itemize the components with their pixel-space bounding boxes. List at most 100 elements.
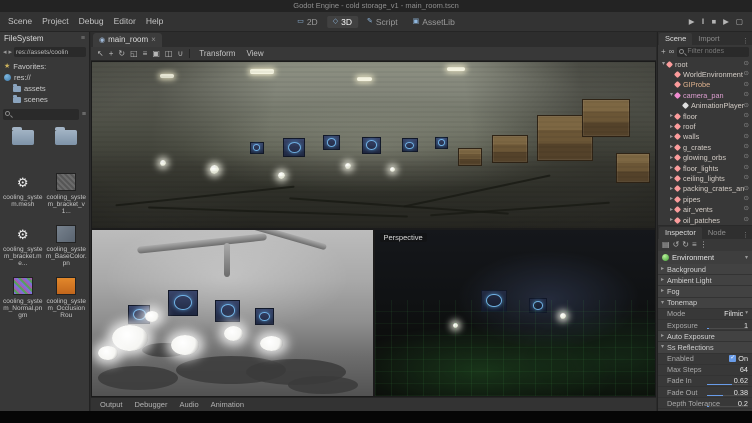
- bottom-tab-animation[interactable]: Animation: [206, 400, 249, 409]
- visibility-eye-icon[interactable]: ⊙: [744, 113, 752, 120]
- dock-tab-node[interactable]: Node: [702, 227, 732, 239]
- pause-button[interactable]: ‖: [701, 18, 704, 26]
- breadcrumb[interactable]: res://assets/coolin: [14, 47, 86, 57]
- stop-button[interactable]: ■: [712, 18, 717, 26]
- workspace-script[interactable]: ✎Script: [361, 16, 404, 28]
- visibility-eye-icon[interactable]: ⊙: [744, 92, 752, 99]
- dock-tab-scene[interactable]: Scene: [659, 33, 692, 45]
- visibility-eye-icon[interactable]: ⊙: [744, 103, 752, 110]
- scene-node-roof[interactable]: ▸roof⊙: [658, 121, 752, 131]
- scene-node-worldenvironment[interactable]: WorldEnvironment⊙: [658, 69, 752, 79]
- inspector-section-tonemap[interactable]: ▾Tonemap: [658, 298, 752, 309]
- menu-editor[interactable]: Editor: [109, 12, 141, 31]
- group-icon[interactable]: ◫: [165, 50, 173, 58]
- property-value[interactable]: Filmic▾: [724, 309, 752, 318]
- filesystem-search-input[interactable]: [14, 111, 79, 118]
- chevron-down-icon[interactable]: ▾: [745, 254, 748, 261]
- scene-node-root[interactable]: ▾root⊙: [658, 59, 752, 69]
- inspector-section-ss-reflections[interactable]: ▾Ss Reflections: [658, 342, 752, 353]
- dock-tab-inspector[interactable]: Inspector: [659, 227, 702, 239]
- fs-tree-item-favorites[interactable]: ★Favorites:: [0, 61, 89, 72]
- scene-node-animationplayer[interactable]: AnimationPlayer⊙: [658, 101, 752, 111]
- bottom-tab-output[interactable]: Output: [95, 400, 128, 409]
- fs-tree-item-res[interactable]: res://: [0, 72, 89, 83]
- scene-node-giprobe[interactable]: GIProbe⊙: [658, 80, 752, 90]
- file-list-mode-icon[interactable]: ≡: [82, 111, 86, 118]
- perspective-label[interactable]: Perspective: [380, 233, 427, 242]
- rotate-tool-icon[interactable]: ↻: [118, 50, 125, 58]
- scene-node-air-vents[interactable]: ▸air_vents⊙: [658, 204, 752, 214]
- inspector-section-background[interactable]: ▸Background: [658, 264, 752, 275]
- inspector-section-auto-exposure[interactable]: ▸Auto Exposure: [658, 331, 752, 342]
- dock-options-icon[interactable]: ⋮: [739, 37, 752, 45]
- visibility-eye-icon[interactable]: ⊙: [744, 175, 752, 182]
- dock-tab-import[interactable]: Import: [692, 33, 725, 45]
- environment-resource[interactable]: Environment ▾: [658, 251, 752, 264]
- move-tool-icon[interactable]: +: [109, 50, 114, 58]
- visibility-eye-icon[interactable]: ⊙: [744, 71, 752, 78]
- instance-scene-icon[interactable]: ∞: [669, 48, 675, 56]
- file-item-cooling-syste-m-mesh[interactable]: ⚙cooling_syste m.mesh: [2, 171, 44, 215]
- visibility-eye-icon[interactable]: ⊙: [744, 186, 752, 193]
- visibility-eye-icon[interactable]: ⊙: [744, 206, 752, 213]
- file-item[interactable]: [2, 126, 44, 163]
- viewport-top-view[interactable]: [92, 62, 655, 228]
- menu-project[interactable]: Project: [37, 12, 73, 31]
- fs-tree-item-scenes[interactable]: scenes: [0, 94, 89, 105]
- lock-icon[interactable]: ▣: [152, 50, 160, 58]
- select-tool-icon[interactable]: ↖: [97, 50, 104, 58]
- visibility-eye-icon[interactable]: ⊙: [744, 144, 752, 151]
- close-icon[interactable]: ×: [151, 36, 156, 44]
- viewport-menu-view[interactable]: View: [243, 49, 266, 58]
- scene-node-pipes[interactable]: ▸pipes⊙: [658, 194, 752, 204]
- fs-tree-item-assets[interactable]: assets: [0, 83, 89, 94]
- viewport-bottomleft-view[interactable]: [92, 230, 373, 396]
- add-node-icon[interactable]: +: [661, 48, 666, 56]
- visibility-eye-icon[interactable]: ⊙: [744, 123, 752, 130]
- scene-node-oil-patches[interactable]: ▸oil_patches⊙: [658, 215, 752, 225]
- visibility-eye-icon[interactable]: ⊙: [744, 61, 752, 68]
- history-forward-icon[interactable]: ↻: [682, 241, 689, 249]
- workspace-2d[interactable]: ▭2D: [291, 16, 324, 28]
- menu-help[interactable]: Help: [141, 12, 168, 31]
- scene-node-packing-crates-and[interactable]: ▸packing_crates_and...⊙: [658, 184, 752, 194]
- workspace-3d[interactable]: ◇3D: [327, 16, 358, 28]
- scale-tool-icon[interactable]: ◱: [130, 50, 138, 58]
- workspace-assetlib[interactable]: ▣AssetLib: [407, 16, 461, 28]
- scene-node-floor[interactable]: ▸floor⊙: [658, 111, 752, 121]
- file-item-cooling-syste-m-normal-pngm[interactable]: cooling_syste m_Normal.pngm: [2, 275, 44, 319]
- menu-scene[interactable]: Scene: [3, 12, 37, 31]
- play-button[interactable]: ▶: [689, 18, 695, 26]
- object-menu-icon[interactable]: ≡: [692, 241, 697, 249]
- visibility-eye-icon[interactable]: ⊙: [744, 165, 752, 172]
- scene-node-camera-pan[interactable]: ▾camera_pan⊙: [658, 90, 752, 100]
- checkbox-checked-icon[interactable]: ✓: [729, 355, 736, 362]
- property-value[interactable]: ✓On: [729, 354, 752, 363]
- scene-tab-main-room[interactable]: ◉ main_room ×: [93, 33, 162, 47]
- filter-nodes-input[interactable]: [687, 48, 749, 55]
- scene-node-walls[interactable]: ▸walls⊙: [658, 132, 752, 142]
- visibility-eye-icon[interactable]: ⊙: [744, 154, 752, 161]
- history-back-icon[interactable]: ↺: [673, 241, 680, 249]
- dock-options-icon[interactable]: ≡: [81, 35, 85, 42]
- play-custom-scene-button[interactable]: ▢: [736, 18, 743, 26]
- file-item-cooling-syste-m-occlusionrou[interactable]: cooling_syste m_OcclusionRou: [46, 275, 88, 319]
- inspector-section-fog[interactable]: ▸Fog: [658, 286, 752, 297]
- scene-node-floor-lights[interactable]: ▸floor_lights⊙: [658, 163, 752, 173]
- file-item-cooling-syste-m-bracket-v1[interactable]: cooling_syste m_bracket_v1...: [46, 171, 88, 215]
- scene-node-glowing-orbs[interactable]: ▸glowing_orbs⊙: [658, 153, 752, 163]
- file-item[interactable]: [46, 126, 88, 163]
- file-item-cooling-syste-m-bracket-me[interactable]: ⚙cooling_syste m_bracket.me...: [2, 223, 44, 267]
- snap-icon[interactable]: ∪: [177, 50, 183, 58]
- scene-node-ceiling-lights[interactable]: ▸ceiling_lights⊙: [658, 173, 752, 183]
- viewport-bottomright-view[interactable]: Perspective: [375, 230, 656, 396]
- visibility-eye-icon[interactable]: ⊙: [744, 82, 752, 89]
- inspector-section-ambient-light[interactable]: ▸Ambient Light: [658, 275, 752, 286]
- dock-options-icon[interactable]: ⋮: [739, 231, 752, 239]
- file-item-cooling-syste-m-basecolor-pn[interactable]: cooling_syste m_BaseColor.pn: [46, 223, 88, 267]
- visibility-eye-icon[interactable]: ⊙: [744, 217, 752, 224]
- visibility-eye-icon[interactable]: ⊙: [744, 196, 752, 203]
- extra-options-icon[interactable]: ⋮: [700, 241, 708, 249]
- scene-node-g-crates[interactable]: ▸g_crates⊙: [658, 142, 752, 152]
- resource-file-icon[interactable]: ▤: [662, 241, 670, 249]
